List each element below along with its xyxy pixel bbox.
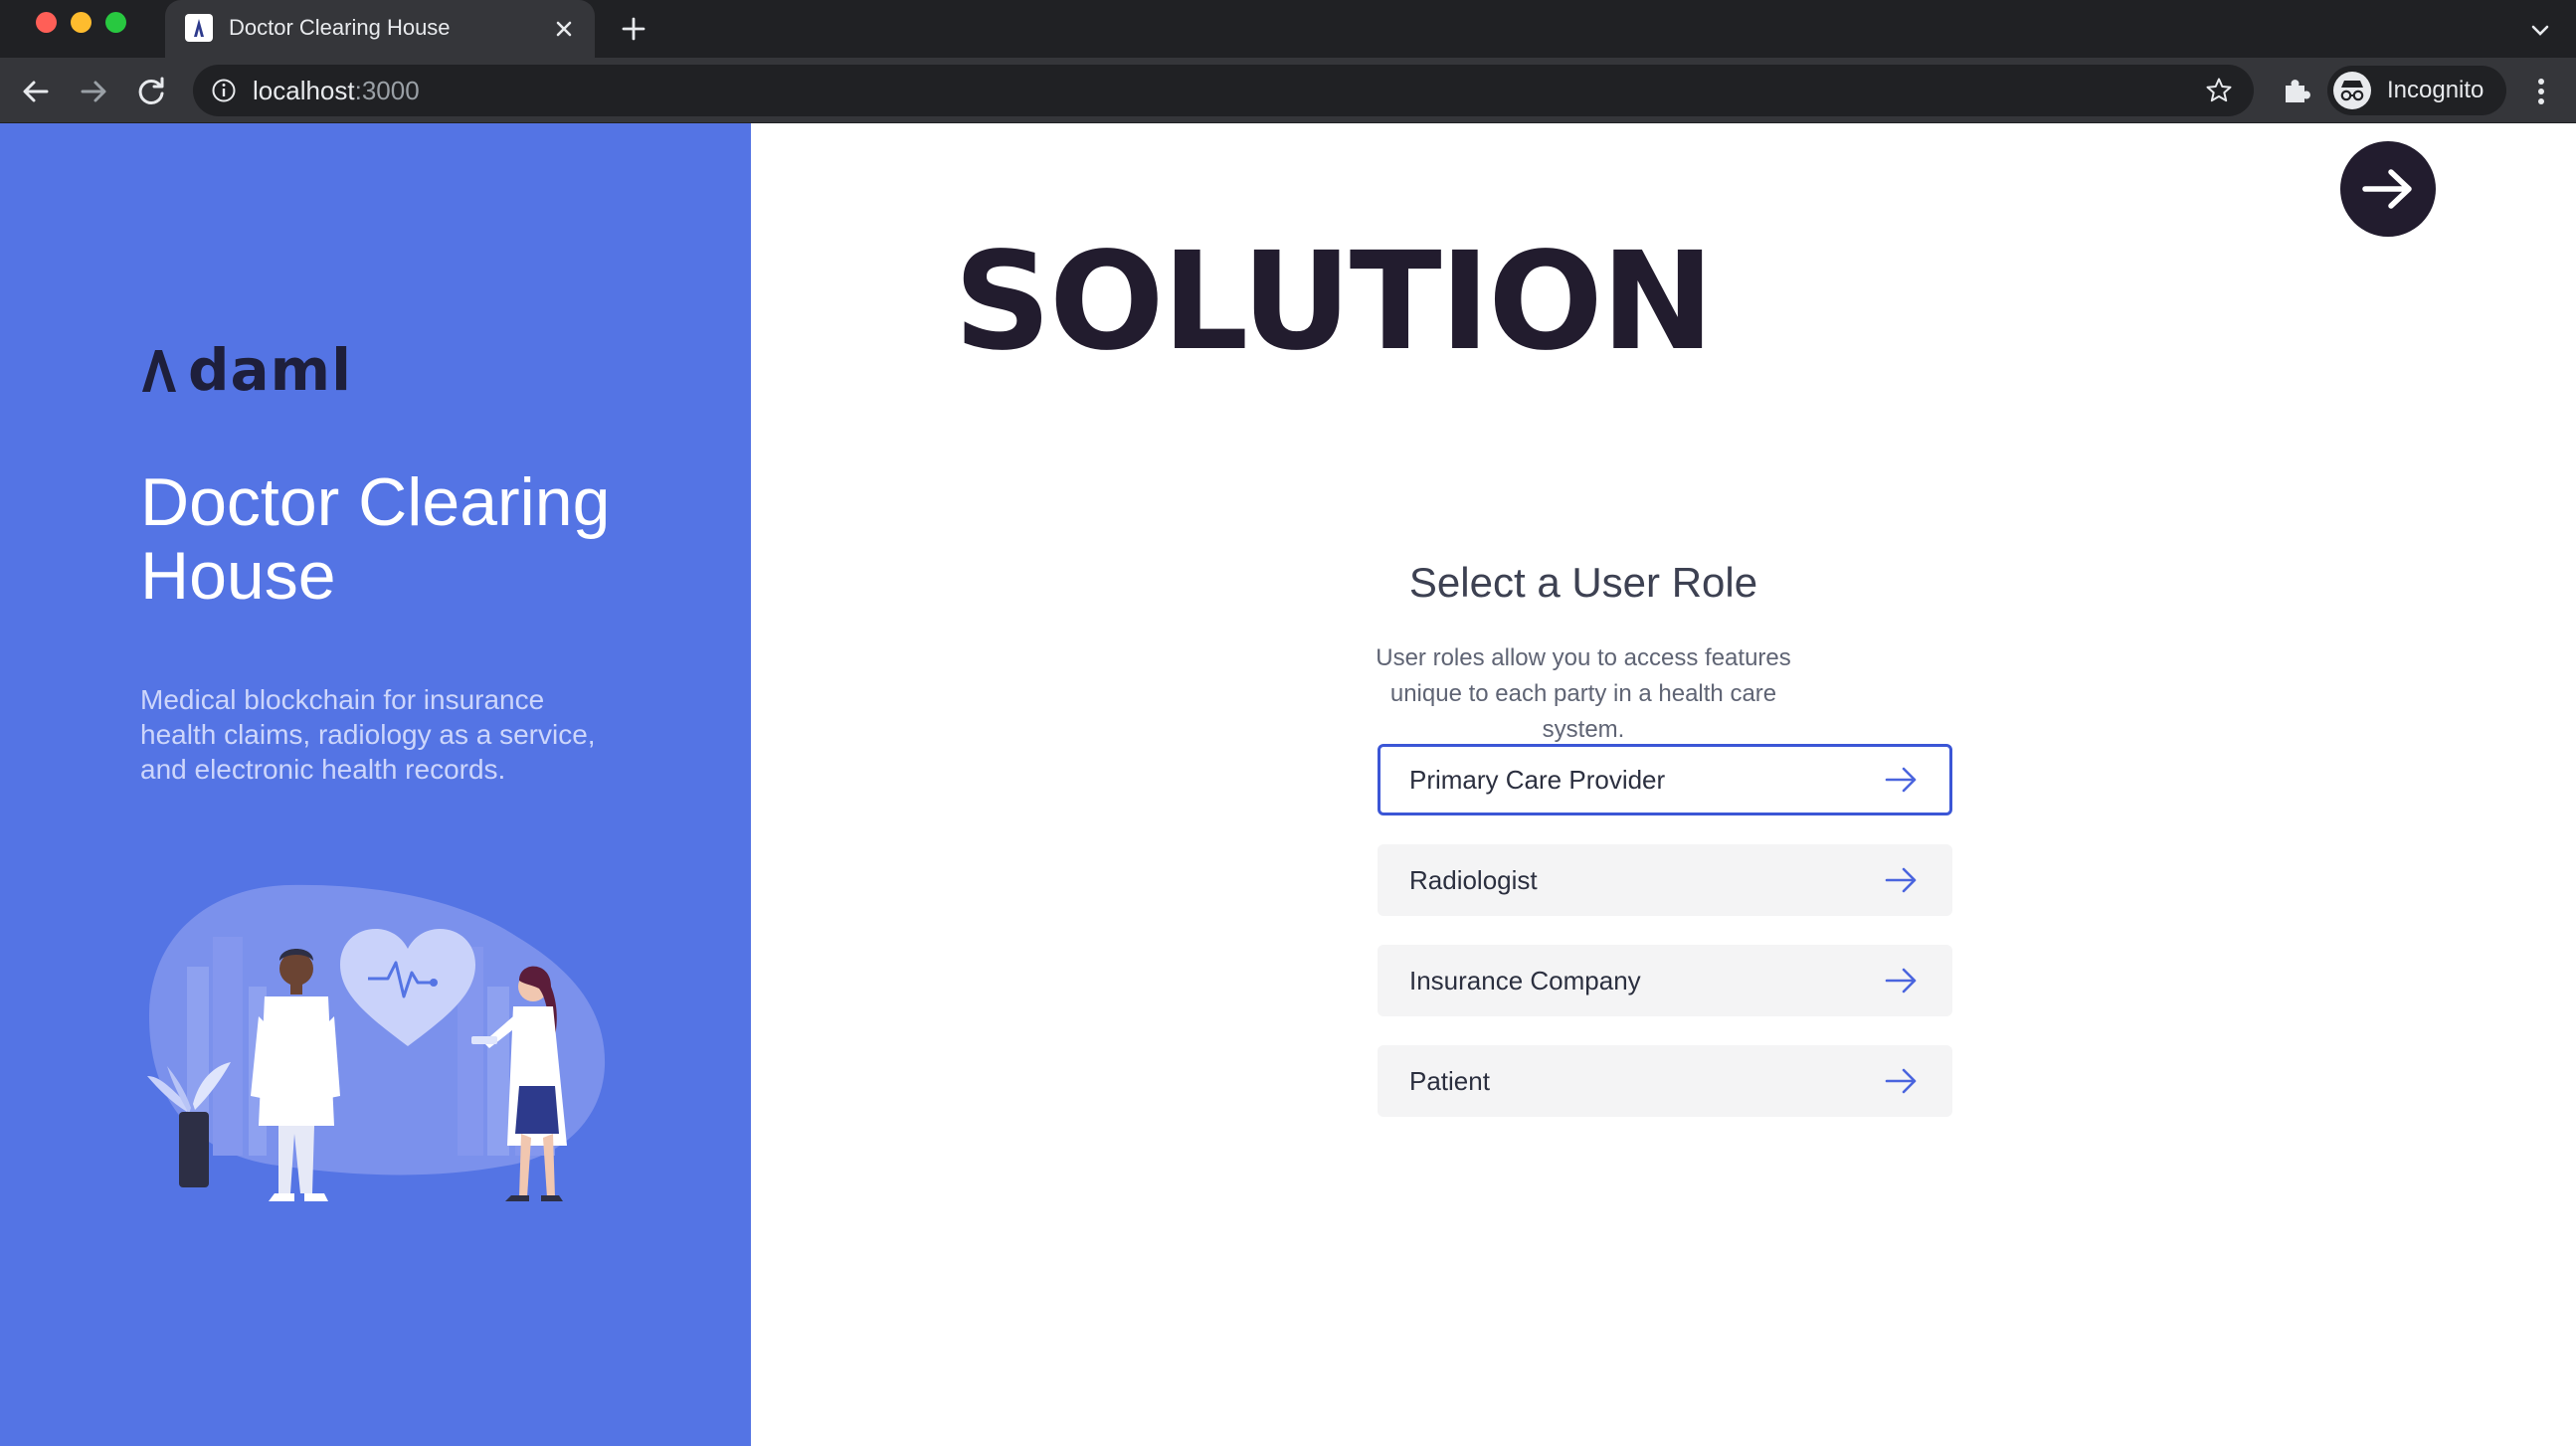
browser-toolbar: localhost:3000 Incognito <box>0 58 2576 123</box>
info-icon[interactable] <box>211 78 237 103</box>
arrow-right-icon <box>1885 767 1917 793</box>
role-label: Primary Care Provider <box>1409 765 1666 795</box>
url-host: localhost <box>253 76 355 105</box>
role-label: Patient <box>1409 1066 1490 1096</box>
incognito-profile-button[interactable]: Incognito <box>2327 66 2506 115</box>
plus-icon[interactable] <box>617 12 650 46</box>
incognito-label: Incognito <box>2387 77 2484 103</box>
browser-titlebar: Doctor Clearing House <box>0 0 2576 58</box>
left-panel: daml Doctor Clearing House Medical block… <box>0 123 751 1446</box>
role-button-primary-care-provider[interactable]: Primary Care Provider <box>1378 744 1952 815</box>
arrow-right-icon <box>2362 169 2412 209</box>
minimize-window-button[interactable] <box>71 12 92 33</box>
maximize-window-button[interactable] <box>105 12 126 33</box>
role-button-insurance-company[interactable]: Insurance Company <box>1378 945 1952 1016</box>
arrow-right-icon <box>1885 867 1917 893</box>
role-list: Primary Care Provider Radiologist Insura… <box>1378 744 1952 1146</box>
daml-logo: daml <box>140 336 352 404</box>
role-label: Radiologist <box>1409 865 1538 895</box>
kebab-menu-icon[interactable] <box>2526 74 2556 109</box>
tab-title: Doctor Clearing House <box>229 15 451 40</box>
address-bar[interactable]: localhost:3000 <box>193 65 2254 116</box>
app-title: Doctor Clearing House <box>140 464 611 614</box>
doctors-heart-illustration <box>129 877 617 1205</box>
role-title: Select a User Role <box>1408 559 1758 606</box>
role-button-patient[interactable]: Patient <box>1378 1045 1952 1117</box>
arrow-right-icon <box>1885 1068 1917 1094</box>
url-text: localhost:3000 <box>253 76 420 105</box>
page-heading: SOLUTION <box>954 224 1715 381</box>
logo-text: daml <box>188 336 352 404</box>
url-port: :3000 <box>354 76 420 105</box>
back-arrow-icon[interactable] <box>18 74 54 109</box>
browser-tab[interactable]: Doctor Clearing House <box>165 0 595 58</box>
puzzle-icon[interactable] <box>2280 74 2313 107</box>
daml-favicon-icon <box>185 14 213 42</box>
arrow-right-icon <box>1885 968 1917 994</box>
role-description: User roles allow you to access features … <box>1376 644 1791 743</box>
reload-icon[interactable] <box>133 74 169 109</box>
next-button[interactable] <box>2340 141 2436 237</box>
app-description: Medical blockchain for insurance health … <box>140 684 596 785</box>
main-content: SOLUTION Select a User Role User roles a… <box>751 123 2576 1446</box>
daml-logo-icon <box>142 350 176 392</box>
forward-arrow-icon[interactable] <box>76 74 111 109</box>
close-window-button[interactable] <box>36 12 57 33</box>
role-label: Insurance Company <box>1409 966 1641 995</box>
chevron-down-icon[interactable] <box>2526 16 2554 44</box>
star-icon[interactable] <box>2204 76 2234 105</box>
close-icon[interactable] <box>551 16 577 42</box>
incognito-icon <box>2333 72 2371 109</box>
role-button-radiologist[interactable]: Radiologist <box>1378 844 1952 916</box>
